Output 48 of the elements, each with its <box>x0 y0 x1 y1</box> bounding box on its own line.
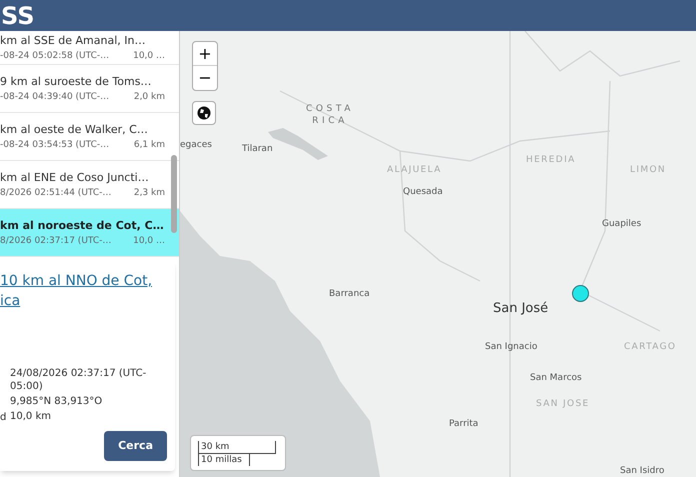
event-time: -08-24 05:02:58 (UTC-… <box>0 50 110 62</box>
map-label: San José <box>493 300 548 318</box>
map-label: San Marcos <box>530 372 582 385</box>
detail-label: d <box>0 412 6 423</box>
globe-button[interactable] <box>192 101 216 125</box>
map-label: Barranca <box>329 288 370 301</box>
event-depth: 2,3 km <box>134 186 165 200</box>
globe-icon <box>197 106 211 120</box>
map-label: HEREDIA <box>526 154 576 167</box>
event-title: km al ENE de Coso Juncti… <box>0 170 150 186</box>
map-label: San Ignacio <box>485 341 538 354</box>
event-title: km al oeste de Walker, C… <box>0 122 149 138</box>
nearby-button[interactable]: Cerca <box>104 430 167 461</box>
event-time: 8/2026 02:51:44 (UTC-… <box>0 186 112 200</box>
map-label: ALAJUELA <box>387 164 442 177</box>
zoom-in-button[interactable]: + <box>193 42 217 66</box>
map-label: San Isidro <box>620 465 664 477</box>
map-label: Tilaran <box>242 143 273 156</box>
scale-imperial: 10 millas <box>198 454 250 466</box>
map[interactable]: + − COSTA RICA egaces Tilaran ALAJUELA HEREDIA LIMON Quesada Guapiles Barranca San José San Ignacio CARTAGO San Marcos SAN JOSE Parrita San Isidro 30 km 10 millas <box>180 31 696 477</box>
scale-metric: 30 km <box>198 440 276 454</box>
event-title: km al noroeste de Cot, C… <box>0 218 165 234</box>
event-depth: 10,0 … <box>133 234 165 248</box>
map-label: Guapiles <box>602 218 642 231</box>
zoom-out-button[interactable]: − <box>193 66 217 90</box>
map-label: SAN JOSE <box>536 398 590 411</box>
event-time: 8/2026 02:37:17 (UTC-… <box>0 234 112 248</box>
map-label: Parrita <box>449 418 478 431</box>
event-time: -08-24 04:39:40 (UTC-… <box>0 90 110 104</box>
event-time: -08-24 03:54:53 (UTC-… <box>0 138 110 152</box>
scrollbar-thumb[interactable] <box>171 155 177 233</box>
map-label: CARTAGO <box>624 341 676 354</box>
detail-value: 10,0 km <box>10 410 52 424</box>
detail-value: 24/08/2026 02:37:17 (UTC-05:00) <box>10 367 148 393</box>
map-label: LIMON <box>630 164 666 177</box>
app-title: SS <box>1 1 34 31</box>
map-label: egaces <box>180 139 212 152</box>
event-item[interactable]: km al noroeste de Cot, C… 8/2026 02:37:17 (UTC-… 10,0 … <box>0 209 179 257</box>
event-title: 9 km al suroeste de Toms… <box>0 74 152 90</box>
map-label: Quesada <box>403 186 443 199</box>
earthquake-marker[interactable] <box>572 285 589 302</box>
event-depth: 6,1 km <box>134 138 165 152</box>
detail-value: 9,985°N 83,913°O <box>10 395 104 408</box>
event-depth: 2,0 km <box>134 90 165 104</box>
map-label: COSTA RICA <box>304 103 356 127</box>
event-title: km al SSE de Amanal, In… <box>0 32 146 48</box>
event-title-link[interactable]: 10 km al NNO de Cot, ica <box>0 271 172 311</box>
event-depth: 10,0 … <box>133 50 165 62</box>
